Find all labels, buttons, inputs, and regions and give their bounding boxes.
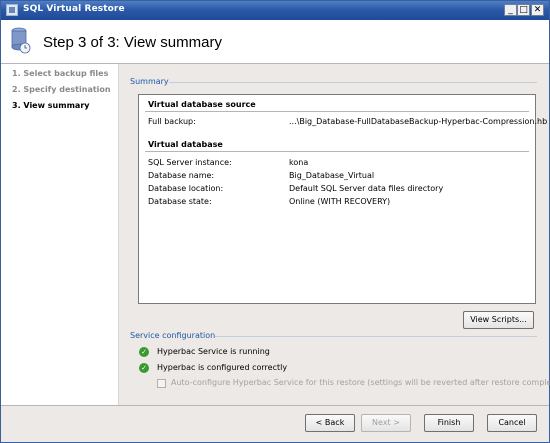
next-button[interactable]: Next > bbox=[361, 414, 411, 432]
database-location-value: Default SQL Server data files directory bbox=[289, 184, 444, 193]
service-configured-text: Hyperbac is configured correctly bbox=[157, 363, 288, 372]
page-title: Step 3 of 3: View summary bbox=[43, 34, 222, 51]
sidebar-step-specify-destination[interactable]: 2. Specify destination bbox=[12, 85, 111, 94]
check-circle-icon: ✓ bbox=[139, 363, 149, 373]
service-divider bbox=[215, 336, 537, 337]
virtual-db-separator bbox=[145, 151, 529, 152]
wizard-header: Step 3 of 3: View summary bbox=[1, 20, 549, 64]
title-bar[interactable]: SQL Virtual Restore _ □ ✕ bbox=[1, 1, 549, 20]
summary-section-label: Summary bbox=[130, 77, 169, 86]
sql-instance-label: SQL Server instance: bbox=[148, 158, 232, 167]
summary-divider bbox=[169, 82, 537, 83]
restore-window: SQL Virtual Restore _ □ ✕ Step 3 of 3: V… bbox=[0, 0, 550, 443]
window-title: SQL Virtual Restore bbox=[23, 4, 125, 14]
full-backup-value: ...\Big_Database-FullDatabaseBackup-Hype… bbox=[289, 117, 548, 126]
database-name-label: Database name: bbox=[148, 171, 215, 180]
wizard-footer: < Back Next > Finish Cancel bbox=[1, 405, 549, 442]
sidebar-step-select-backup[interactable]: 1. Select backup files bbox=[12, 69, 108, 78]
wizard-steps-sidebar: 1. Select backup files 2. Specify destin… bbox=[1, 64, 119, 405]
back-button[interactable]: < Back bbox=[305, 414, 355, 432]
database-state-label: Database state: bbox=[148, 197, 212, 206]
cancel-button[interactable]: Cancel bbox=[487, 414, 537, 432]
close-button[interactable]: ✕ bbox=[531, 4, 544, 16]
maximize-button[interactable]: □ bbox=[517, 4, 530, 16]
wizard-content: Summary Virtual database source Full bac… bbox=[119, 64, 550, 405]
sql-instance-value: kona bbox=[289, 158, 309, 167]
source-group-title: Virtual database source bbox=[148, 100, 256, 109]
service-running-text: Hyperbac Service is running bbox=[157, 347, 270, 356]
check-circle-icon: ✓ bbox=[139, 347, 149, 357]
database-location-label: Database location: bbox=[148, 184, 224, 193]
restore-app-icon bbox=[6, 4, 18, 16]
autoconfigure-checkbox[interactable] bbox=[157, 379, 166, 388]
summary-panel: Virtual database source Full backup: ...… bbox=[138, 94, 547, 304]
source-separator bbox=[145, 111, 529, 112]
database-clock-icon bbox=[11, 27, 31, 54]
full-backup-label: Full backup: bbox=[148, 117, 196, 126]
database-name-value: Big_Database_Virtual bbox=[289, 171, 375, 180]
service-section-label: Service configuration bbox=[130, 331, 216, 340]
sidebar-step-view-summary[interactable]: 3. View summary bbox=[12, 101, 89, 110]
autoconfigure-label: Auto-configure Hyperbac Service for this… bbox=[171, 378, 550, 387]
virtual-db-group-title: Virtual database bbox=[148, 140, 223, 149]
view-scripts-button[interactable]: View Scripts... bbox=[463, 311, 534, 329]
minimize-button[interactable]: _ bbox=[504, 4, 517, 16]
finish-button[interactable]: Finish bbox=[424, 414, 474, 432]
database-state-value: Online (WITH RECOVERY) bbox=[289, 197, 391, 206]
